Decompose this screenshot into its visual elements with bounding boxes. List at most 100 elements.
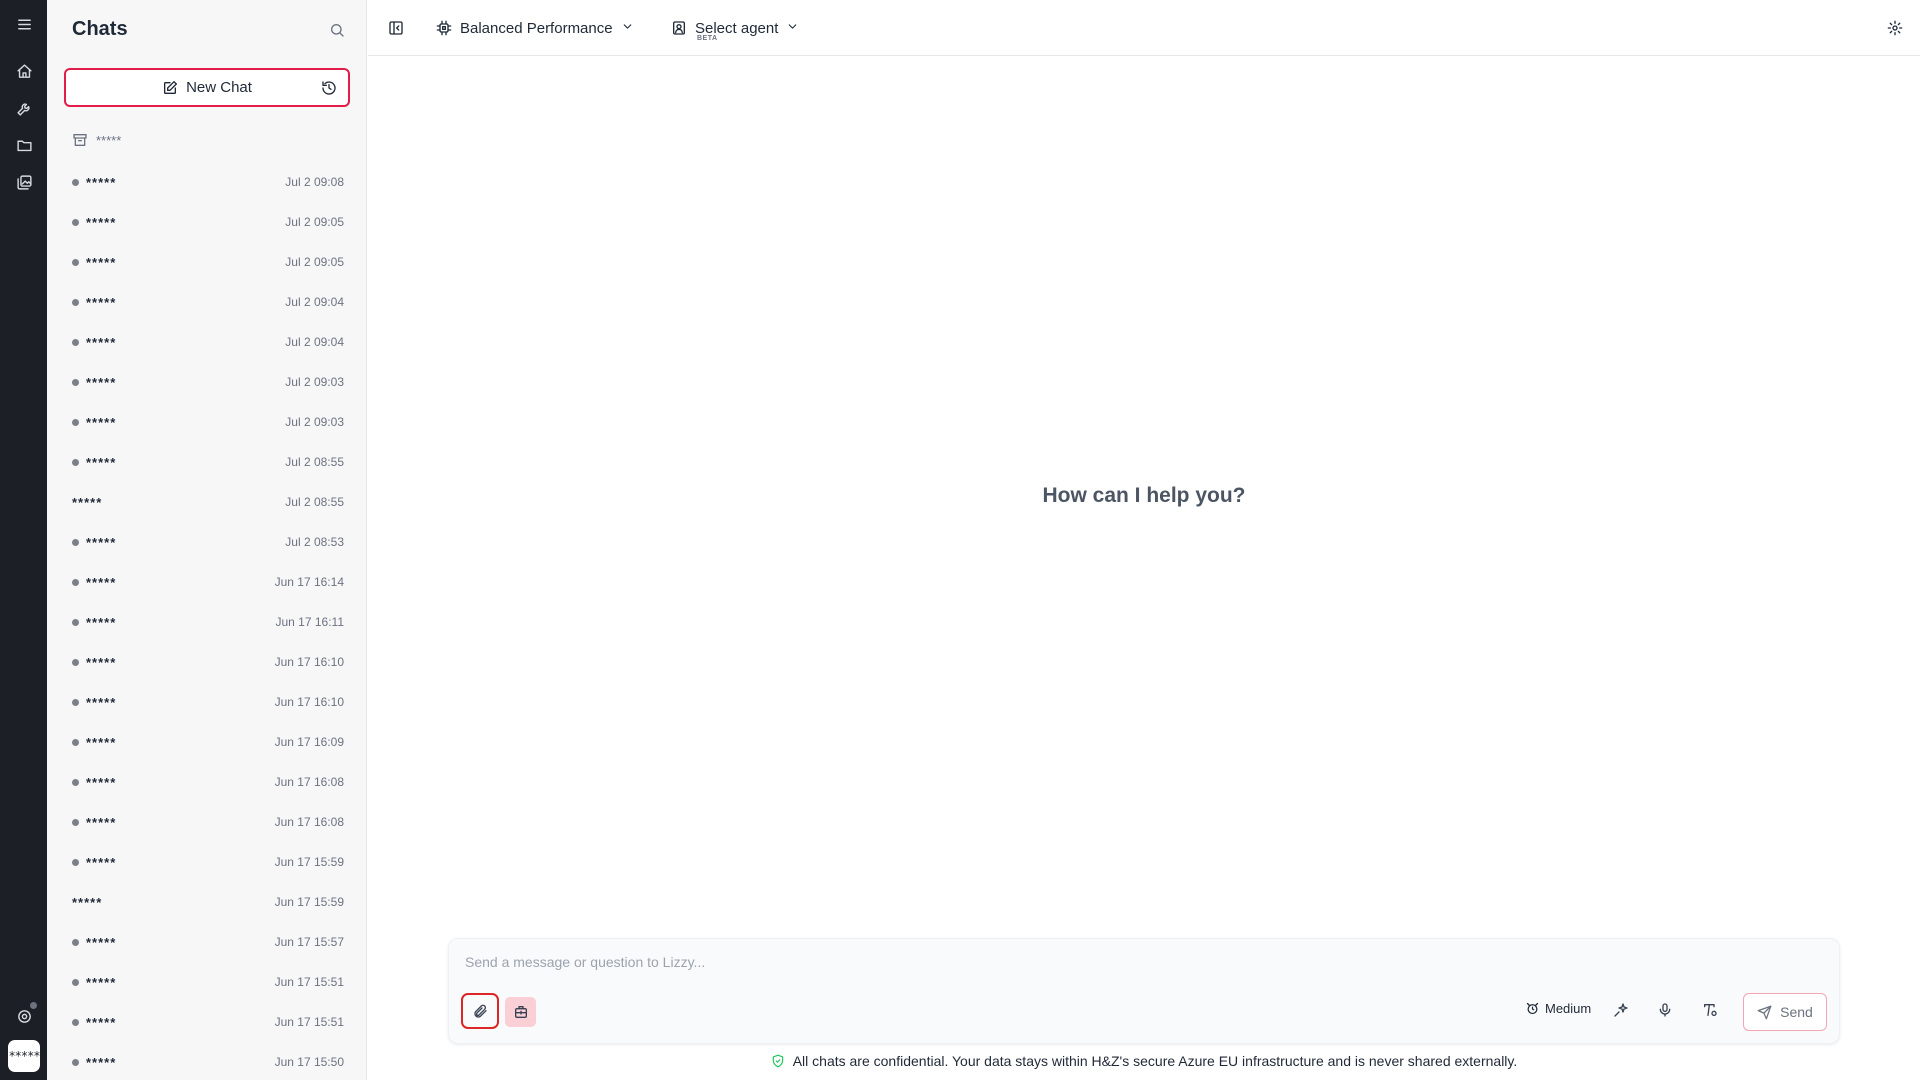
chat-list-item[interactable]: ***** Jun 17 15:51	[47, 1002, 367, 1042]
chat-list-item[interactable]: ***** Jul 2 09:03	[47, 362, 367, 402]
chat-list-item[interactable]: ***** Jul 2 09:08	[47, 162, 367, 202]
chat-status-dot	[72, 778, 79, 786]
chat-list-item[interactable]: ***** Jun 17 15:50	[47, 1042, 367, 1080]
chat-list-item[interactable]: ***** Jul 2 09:03	[47, 402, 367, 442]
chat-title: *****	[86, 614, 117, 630]
search-icon[interactable]	[326, 19, 348, 41]
chat-list-item[interactable]: ***** Jul 2 09:05	[47, 242, 367, 282]
chat-list-item[interactable]: ***** Jun 17 16:09	[47, 722, 367, 762]
model-selector[interactable]: Balanced Performance	[436, 16, 634, 40]
mode-label: Medium	[1545, 1001, 1592, 1016]
toolbox-icon	[514, 1006, 527, 1018]
chevron-down-icon	[621, 20, 634, 37]
icon-rail: *****	[0, 0, 47, 1080]
chat-title: *****	[86, 734, 117, 750]
chat-status-dot	[72, 698, 79, 706]
chat-status-dot	[72, 978, 79, 986]
chat-timestamp: Jun 17 15:59	[274, 855, 344, 869]
chat-title: *****	[86, 534, 117, 550]
reasoning-mode-button[interactable]: Medium	[1525, 1001, 1591, 1016]
chat-title: *****	[86, 414, 117, 430]
attach-button[interactable]	[461, 993, 499, 1029]
chat-timestamp: Jun 17 15:51	[274, 975, 344, 989]
chat-timestamp: Jul 2 09:03	[285, 415, 344, 429]
chat-title: *****	[86, 294, 117, 310]
chat-timestamp: Jun 17 15:51	[274, 1015, 344, 1029]
sparkles-icon[interactable]	[1610, 999, 1632, 1021]
chat-status-dot	[72, 658, 79, 666]
chat-status-dot	[72, 418, 79, 426]
chat-status-dot	[72, 338, 79, 346]
chat-list-item[interactable]: ***** Jul 2 09:05	[47, 202, 367, 242]
beta-badge: BETA	[697, 35, 718, 42]
chat-list-item[interactable]: ***** Jul 2 09:04	[47, 282, 367, 322]
chat-list-item[interactable]: ***** Jun 17 16:11	[47, 602, 367, 642]
chat-list-item[interactable]: ***** Jun 17 15:51	[47, 962, 367, 1002]
paperclip-icon	[474, 1004, 487, 1018]
chat-title: *****	[86, 214, 117, 230]
chat-list-item[interactable]: ***** Jun 17 16:14	[47, 562, 367, 602]
agent-selector[interactable]: Select agent BETA	[671, 16, 1920, 42]
chevron-down-icon	[786, 20, 799, 37]
chat-timestamp: Jun 17 16:09	[274, 735, 344, 749]
chat-status-dot	[72, 178, 79, 186]
chat-list-item[interactable]: ***** Jun 17 16:10	[47, 682, 367, 722]
chat-title: *****	[86, 854, 117, 870]
chat-status-dot	[72, 938, 79, 946]
gallery-icon[interactable]	[11, 169, 37, 195]
wrench-icon[interactable]	[11, 95, 37, 121]
chat-list-item[interactable]: ***** Jul 2 09:04	[47, 322, 367, 362]
agent-label: Select agent	[695, 19, 779, 37]
chat-timestamp: Jun 17 16:10	[274, 695, 344, 709]
chat-status-dot	[72, 618, 79, 626]
chat-timestamp: Jun 17 16:08	[274, 775, 344, 789]
welcome-heading: How can I help you?	[1042, 484, 1246, 507]
chat-title: *****	[86, 174, 117, 190]
microphone-icon[interactable]	[1654, 999, 1676, 1021]
new-chat-button[interactable]: New Chat	[64, 68, 350, 107]
gear-icon[interactable]	[1884, 17, 1906, 39]
archive-row[interactable]: *****	[72, 132, 121, 148]
chat-status-dot	[72, 458, 79, 466]
chat-timestamp: Jun 17 16:14	[274, 575, 344, 589]
avatar[interactable]: *****	[8, 1040, 40, 1072]
chat-title: *****	[86, 774, 117, 790]
folder-icon[interactable]	[11, 132, 37, 158]
sidebar-toggle-icon[interactable]	[388, 16, 404, 40]
chat-list-item[interactable]: ***** Jun 17 15:59	[47, 882, 367, 922]
chat-list-item[interactable]: ***** Jun 17 15:57	[47, 922, 367, 962]
footer-text: All chats are confidential. Your data st…	[792, 1053, 1518, 1069]
chat-timestamp: Jul 2 09:05	[285, 255, 344, 269]
toolbox-button[interactable]	[505, 997, 536, 1027]
chat-timestamp: Jun 17 15:59	[274, 895, 344, 909]
text-format-icon[interactable]	[1699, 999, 1721, 1021]
chat-list-item[interactable]: ***** Jun 17 15:59	[47, 842, 367, 882]
message-input[interactable]	[465, 949, 1665, 975]
home-icon[interactable]	[11, 58, 37, 84]
chat-title: *****	[72, 494, 103, 510]
history-icon[interactable]	[320, 79, 338, 97]
chat-timestamp: Jul 2 08:53	[285, 535, 344, 549]
main-area: Balanced Performance Select agent BETA H…	[368, 0, 1920, 1080]
cpu-icon	[436, 20, 452, 36]
chat-timestamp: Jul 2 08:55	[285, 455, 344, 469]
send-button[interactable]: Send	[1743, 993, 1827, 1031]
chat-list-item[interactable]: ***** Jul 2 08:55	[47, 482, 367, 522]
chat-title: *****	[86, 654, 117, 670]
chat-timestamp: Jun 17 16:08	[274, 815, 344, 829]
chat-timestamp: Jul 2 09:08	[285, 175, 344, 189]
menu-icon[interactable]	[11, 11, 37, 37]
chat-title: *****	[86, 694, 117, 710]
chat-status-dot	[72, 738, 79, 746]
chat-title: *****	[86, 1054, 117, 1070]
chat-list-item[interactable]: ***** Jun 17 16:08	[47, 762, 367, 802]
chat-title: *****	[86, 814, 117, 830]
chat-list-item[interactable]: ***** Jun 17 16:08	[47, 802, 367, 842]
chat-title: *****	[86, 974, 117, 990]
chat-list-item[interactable]: ***** Jun 17 16:10	[47, 642, 367, 682]
chat-list-item[interactable]: ***** Jul 2 08:55	[47, 442, 367, 482]
chat-title: *****	[86, 454, 117, 470]
sidebar-title: Chats	[72, 18, 128, 40]
chat-timestamp: Jul 2 08:55	[285, 495, 344, 509]
chat-list-item[interactable]: ***** Jul 2 08:53	[47, 522, 367, 562]
